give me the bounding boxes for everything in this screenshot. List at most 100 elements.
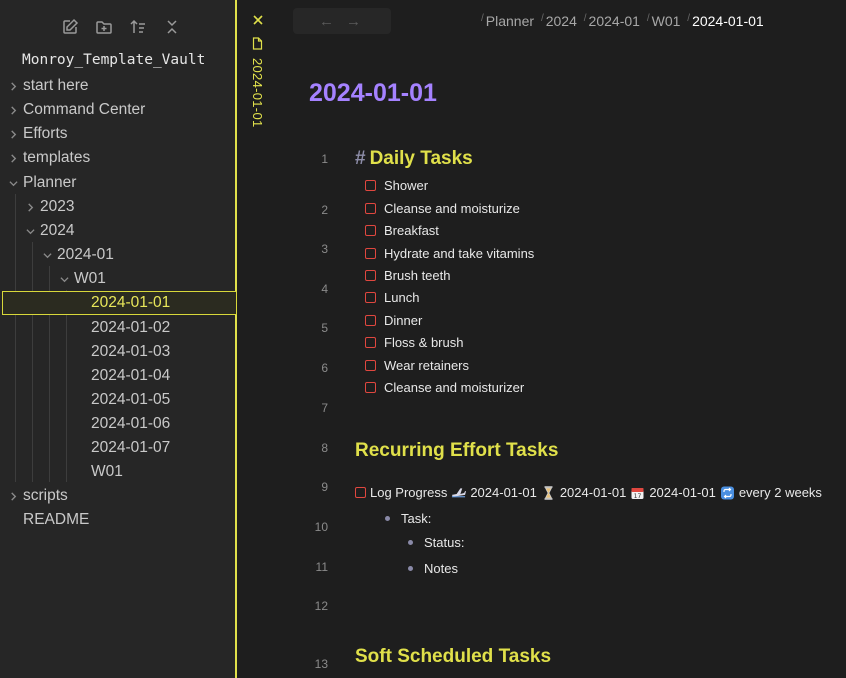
line-number: 4: [321, 282, 328, 296]
file-2024-01-07[interactable]: 2024-01-07: [0, 436, 235, 460]
task-item: Brush teeth: [365, 265, 451, 285]
list-item: Task:: [385, 511, 431, 526]
task-checkbox[interactable]: [365, 224, 376, 236]
list-item-text: Task:: [401, 511, 432, 526]
tree-item-label: 2024-01-02: [91, 319, 171, 336]
folder-2024[interactable]: 2024: [0, 219, 235, 243]
task-checkbox[interactable]: [355, 487, 366, 498]
file-2024-01-05[interactable]: 2024-01-05: [0, 388, 235, 412]
folder-2024-01[interactable]: 2024-01: [0, 243, 235, 267]
breadcrumb: / Planner /2024 /2024-01 /W01 /2024-01-01: [478, 13, 764, 29]
sort-icon[interactable]: [126, 16, 150, 38]
chevron-down-icon: [6, 171, 20, 195]
breadcrumb-separator: /: [646, 13, 650, 24]
scheduled-date: 2024-01-01: [559, 485, 627, 500]
line-number: 3: [321, 242, 328, 256]
breadcrumb-item[interactable]: W01: [652, 13, 681, 29]
soft-scheduled-heading[interactable]: Soft Scheduled Tasks: [355, 646, 551, 668]
line-number: 2: [321, 203, 328, 217]
tree-item-label: 2024-01-06: [91, 415, 171, 432]
folder-templates[interactable]: templates: [0, 146, 235, 170]
task-checkbox[interactable]: [365, 269, 376, 281]
new-note-icon[interactable]: [58, 16, 82, 38]
task-label: Shower: [384, 177, 429, 193]
chevron-down-icon: [23, 219, 37, 243]
folder-2023[interactable]: 2023: [0, 195, 235, 219]
task-item: Hydrate and take vitamins: [365, 243, 534, 263]
forward-arrow-icon[interactable]: →: [346, 13, 361, 30]
file-readme[interactable]: README: [0, 508, 235, 532]
file-2024-01-06[interactable]: 2024-01-06: [0, 412, 235, 436]
tree-item-label: 2023: [40, 198, 75, 215]
tree-item-label: 2024-01-03: [91, 343, 171, 360]
task-checkbox[interactable]: [365, 336, 376, 348]
due-date: 2024-01-01: [649, 485, 716, 500]
editor-pane: ← → / Planner /2024 /2024-01 /W01 /2024-0…: [278, 0, 846, 678]
tree-item-label: scripts: [23, 487, 68, 504]
nav-buttons: ← →: [293, 8, 391, 34]
task-checkbox[interactable]: [365, 179, 376, 191]
file-icon: [252, 37, 263, 50]
repeat-icon: [720, 486, 734, 499]
file-2024-01-04[interactable]: 2024-01-04: [0, 364, 235, 388]
tree-item-label: 2024-01-07: [91, 439, 171, 456]
tree-item-label: 2024-01: [57, 246, 114, 263]
task-checkbox[interactable]: [365, 381, 376, 393]
folder-w01[interactable]: W01: [0, 267, 235, 291]
list-item-text: Notes: [424, 561, 458, 576]
breadcrumb-separator: /: [583, 13, 587, 24]
folder-planner[interactable]: Planner: [0, 171, 235, 195]
bullet-dot: [408, 566, 413, 571]
chevron-down-icon: [57, 267, 71, 291]
line-number: 11: [315, 560, 328, 574]
bullet-dot: [385, 516, 390, 521]
chevron-right-icon: [6, 146, 20, 170]
task-label: Lunch: [384, 289, 420, 305]
line-number: 10: [314, 520, 328, 534]
file-2024-01-03[interactable]: 2024-01-03: [0, 340, 235, 364]
tree-item-label: 2024-01-01: [91, 294, 171, 311]
close-icon[interactable]: [251, 13, 265, 27]
task-checkbox[interactable]: [365, 202, 376, 214]
recurring-tasks-heading[interactable]: Recurring Effort Tasks: [355, 440, 558, 462]
vault-name[interactable]: Monroy_Template_Vault: [22, 52, 205, 68]
tree-item-label: templates: [23, 149, 91, 166]
file-w01[interactable]: W01: [0, 460, 235, 484]
line-number: 7: [321, 401, 328, 415]
task-label: Floss & brush: [384, 334, 464, 350]
daily-tasks-heading[interactable]: # Daily Tasks: [355, 148, 473, 170]
tree-item-label: Command Center: [23, 101, 146, 118]
tab-title[interactable]: 2024-01-01: [250, 58, 265, 128]
task-item: Wear retainers: [365, 355, 469, 375]
file-2024-01-02[interactable]: 2024-01-02: [0, 316, 235, 340]
tree-item-label: 2024: [40, 222, 75, 239]
task-label: Log Progress: [370, 485, 448, 500]
task-checkbox[interactable]: [365, 314, 376, 326]
file-2024-01-01[interactable]: 2024-01-01: [2, 291, 237, 315]
task-label: Dinner: [384, 312, 423, 328]
task-item: Breakfast: [365, 220, 439, 240]
task-checkbox[interactable]: [365, 359, 376, 371]
back-arrow-icon[interactable]: ←: [319, 13, 334, 30]
collapse-all-icon[interactable]: [160, 16, 184, 38]
calendar-icon: 17: [631, 487, 644, 500]
breadcrumb-item[interactable]: 2024: [546, 13, 577, 29]
list-item: Status:: [408, 535, 464, 550]
tree-item-label: 2024-01-04: [91, 367, 171, 384]
breadcrumb-item[interactable]: 2024-01: [589, 13, 640, 29]
folder-start-here[interactable]: start here: [0, 74, 235, 98]
breadcrumb-item[interactable]: Planner: [486, 13, 534, 29]
recurrence-rule: every 2 weeks: [738, 485, 822, 500]
folder-command-center[interactable]: Command Center: [0, 98, 235, 122]
folder-scripts[interactable]: scripts: [0, 484, 235, 508]
recurring-task-item: Log Progress 2024-01-01 2024-01-01 17 20…: [355, 485, 822, 500]
line-number: 8: [321, 441, 328, 455]
breadcrumb-current[interactable]: 2024-01-01: [692, 13, 764, 29]
new-folder-icon[interactable]: [92, 16, 116, 38]
note-title[interactable]: 2024-01-01: [309, 79, 437, 108]
tree-item-label: 2024-01-05: [91, 391, 171, 408]
breadcrumb-separator: /: [481, 13, 484, 24]
task-checkbox[interactable]: [365, 247, 376, 259]
task-checkbox[interactable]: [365, 291, 376, 303]
folder-efforts[interactable]: Efforts: [0, 122, 235, 146]
